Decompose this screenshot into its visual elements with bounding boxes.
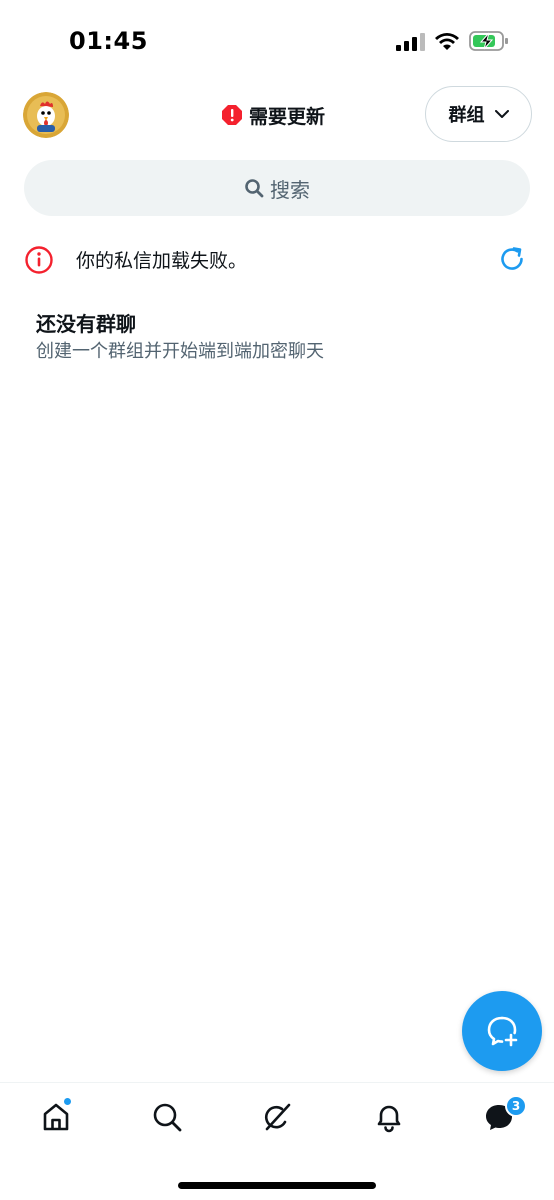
empty-state-title: 还没有群聊 [36,312,136,336]
dm-load-error-banner: 你的私信加载失败。 [0,236,554,282]
search-icon [245,179,264,198]
alert-octagon-icon [222,105,242,125]
search-icon [153,1103,182,1132]
avatar-image [23,92,69,138]
battery-charging-icon [469,31,508,51]
status-time: 01:45 [69,27,148,55]
wifi-icon [435,33,459,50]
profile-avatar[interactable] [23,92,69,138]
status-bar: 01:45 [0,0,554,80]
search-input[interactable]: 搜索 [24,160,530,216]
chevron-down-icon [494,109,509,118]
new-message-icon [487,1016,518,1047]
home-unread-dot [63,1097,72,1106]
update-required-notice[interactable]: 需要更新 [222,102,325,128]
nav-grok[interactable] [259,1099,295,1135]
dm-load-error-text: 你的私信加载失败。 [76,250,248,272]
nav-notifications[interactable] [371,1099,407,1135]
cellular-signal-icon [396,33,425,51]
group-filter-label: 群组 [448,105,485,126]
nav-search[interactable] [149,1099,185,1135]
header: 需要更新 群组 [0,84,554,146]
messages-count-badge: 3 [505,1095,527,1117]
refresh-icon[interactable] [497,244,527,274]
grok-icon [264,1103,291,1131]
search-placeholder: 搜索 [270,177,310,202]
bell-icon [377,1105,401,1133]
new-message-button[interactable] [462,991,542,1071]
error-info-icon [25,246,53,274]
group-filter-dropdown[interactable]: 群组 [425,86,532,142]
update-required-label: 需要更新 [249,105,326,128]
empty-state-subtitle: 创建一个群组并开始端到端加密聊天 [36,341,324,362]
home-indicator [178,1182,376,1189]
